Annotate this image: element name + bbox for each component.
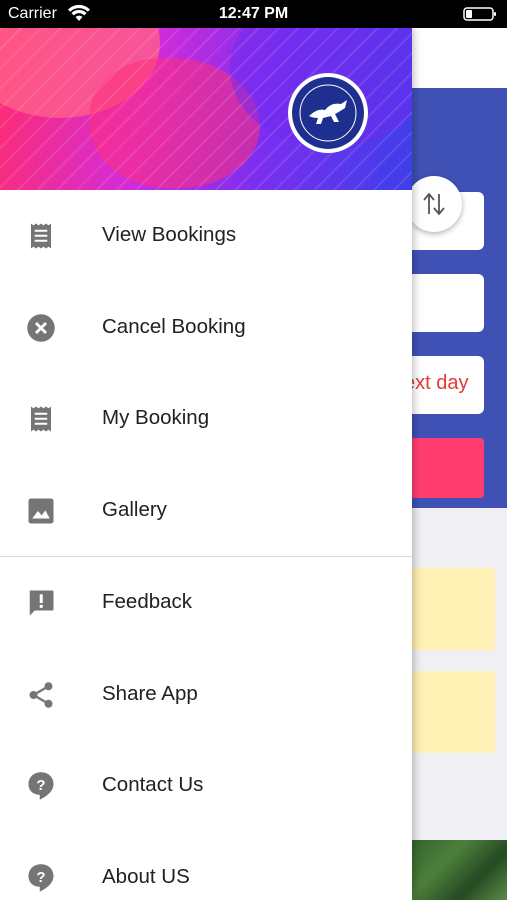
- drawer-header: [0, 28, 412, 190]
- status-bar: Carrier 12:47 PM: [0, 0, 507, 28]
- menu-item-label: Gallery: [102, 497, 167, 521]
- help-icon: ?: [28, 863, 54, 892]
- share-icon: [29, 681, 53, 708]
- menu-item-cancel-booking[interactable]: Cancel Booking: [0, 282, 412, 374]
- banner-image: [400, 840, 507, 900]
- menu-item-my-booking[interactable]: My Booking: [0, 373, 412, 465]
- emblem-logo-icon: [288, 73, 368, 153]
- menu-item-label: Share App: [102, 681, 198, 705]
- date-hint: ext day: [404, 372, 469, 394]
- menu-item-label: View Bookings: [102, 223, 237, 246]
- menu-item-gallery[interactable]: Gallery: [0, 465, 412, 557]
- receipt-icon: [31, 406, 51, 432]
- navigation-drawer: View Bookings Cancel Booking My Booking …: [0, 28, 412, 900]
- swap-arrows-icon: [423, 192, 445, 216]
- drawer-menu: View Bookings Cancel Booking My Booking …: [0, 190, 412, 900]
- menu-item-label: My Booking: [102, 406, 210, 429]
- battery-icon: [463, 7, 496, 21]
- feedback-icon: [29, 590, 54, 616]
- menu-item-label: About US: [102, 864, 190, 888]
- menu-item-label: Feedback: [102, 590, 193, 613]
- menu-item-label: Contact Us: [102, 773, 204, 796]
- receipt-icon: [31, 223, 51, 249]
- menu-item-view-bookings[interactable]: View Bookings: [0, 190, 412, 282]
- menu-item-contact-us[interactable]: ? Contact Us: [0, 740, 412, 832]
- image-icon: [28, 498, 54, 523]
- menu-item-feedback[interactable]: Feedback: [0, 557, 412, 649]
- menu-item-share-app[interactable]: Share App: [0, 649, 412, 741]
- menu-item-label: Cancel Booking: [102, 314, 246, 338]
- clock: 12:47 PM: [218, 5, 289, 22]
- help-icon: ?: [28, 772, 54, 800]
- swap-button[interactable]: [406, 176, 462, 232]
- svg-text:?: ?: [36, 868, 45, 885]
- cancel-icon: [27, 313, 55, 342]
- svg-text:?: ?: [36, 777, 45, 794]
- menu-item-about-us[interactable]: ? About US: [0, 832, 412, 900]
